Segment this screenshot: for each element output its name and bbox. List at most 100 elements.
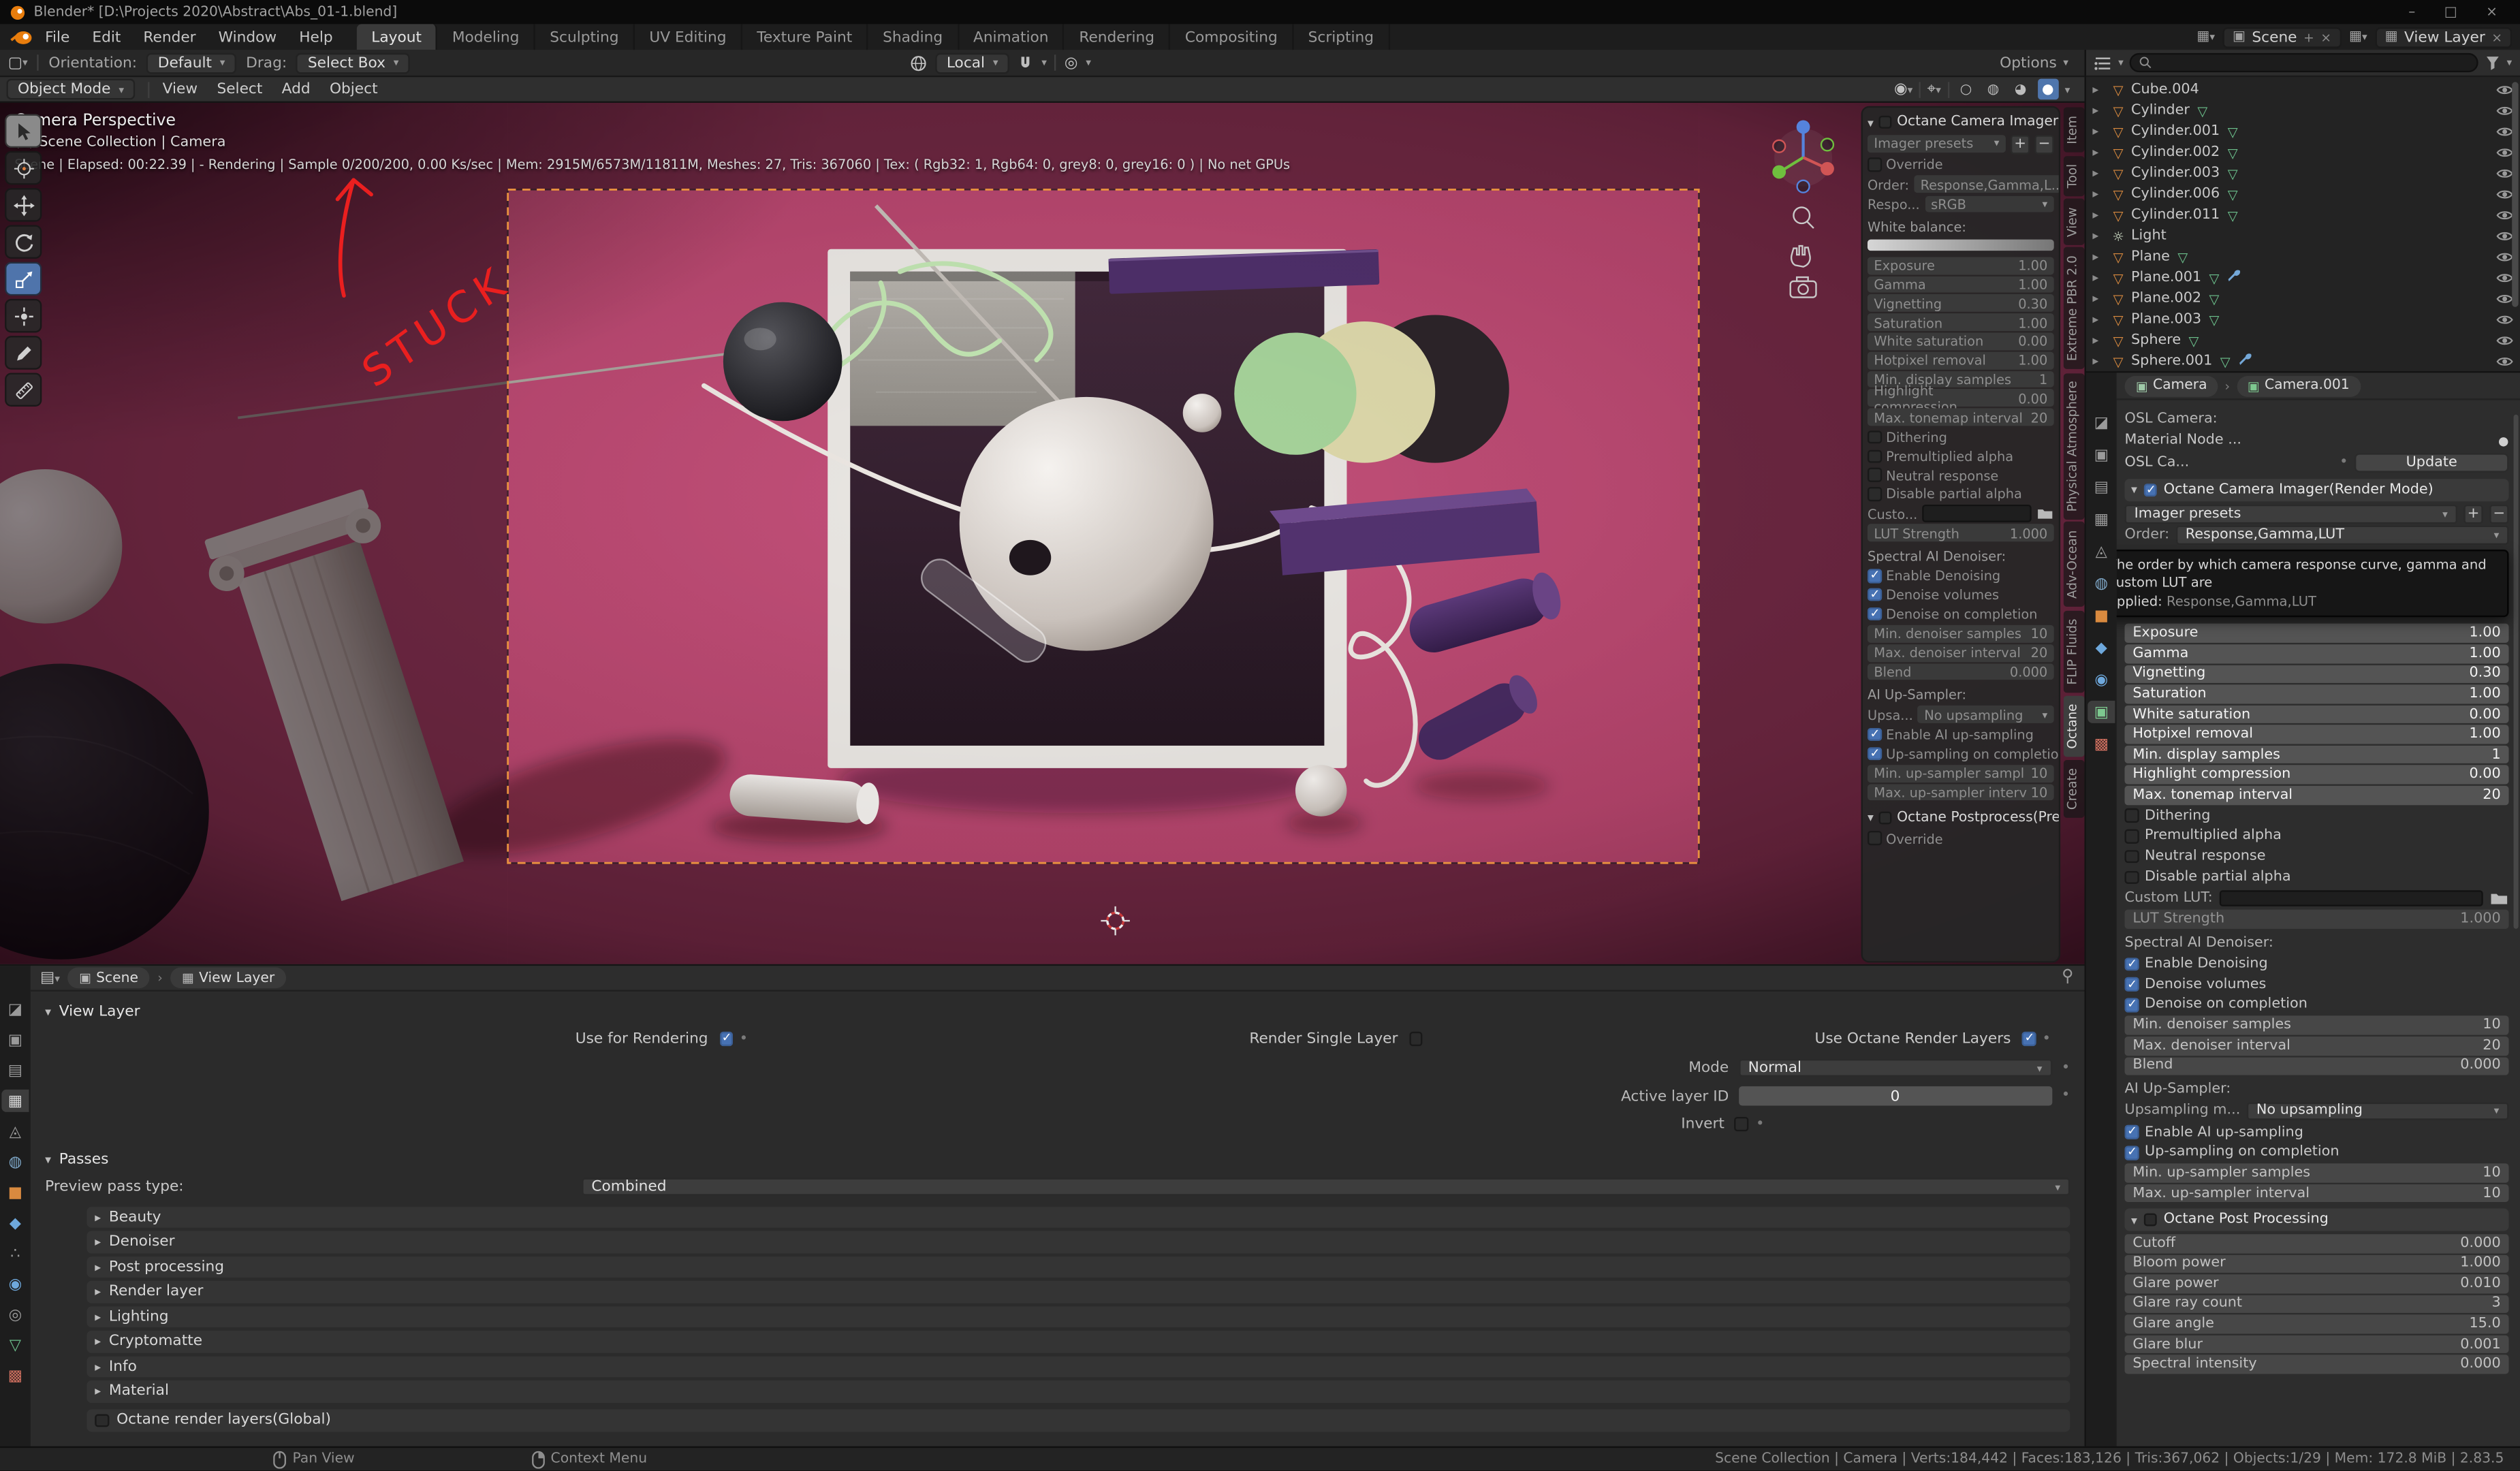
slider[interactable]: Max. tonemap interval20 [2125, 786, 2509, 804]
constraints-icon[interactable]: ◎ [1, 1303, 29, 1326]
checkbox-row[interactable]: Neutral response [2125, 847, 2509, 866]
workspace-tab[interactable]: Animation [959, 24, 1065, 50]
slider[interactable]: Min. up-sampler samples10 [2125, 1164, 2509, 1182]
outliner-row[interactable]: ▸ ▽ ☼ Cylinder ▽ [2086, 99, 2520, 121]
expand-arrow-icon[interactable]: ▸ [2092, 332, 2105, 347]
checkbox-row[interactable]: Neutral response [1868, 466, 2054, 484]
slider[interactable]: Blend0.000 [1868, 663, 2054, 680]
viewport-menu[interactable]: View [163, 80, 198, 98]
checkbox-row[interactable]: Dithering [2125, 806, 2509, 825]
shading-wireframe-icon[interactable]: ○ [1955, 79, 1976, 100]
maximize-button[interactable]: □ [2444, 4, 2457, 20]
slider[interactable]: Max. up-sampler interval10 [2125, 1184, 2509, 1203]
collapsed-panel[interactable]: ▸Material [86, 1380, 2070, 1402]
outliner-row[interactable]: ▸ ▽ ☼ Cylinder.003 ▽ [2086, 162, 2520, 183]
pan-hand-icon[interactable] [1791, 246, 1810, 267]
new-scene-icon[interactable]: + [2303, 30, 2314, 44]
npanel-tab[interactable]: FLIP Fluids [2064, 611, 2085, 693]
slider[interactable]: Min. display samples1 [2125, 746, 2509, 764]
expand-arrow-icon[interactable]: ▸ [2092, 312, 2105, 326]
imager-panel-header[interactable]: ▾ Octane Camera Imager(Render Mode) [2125, 479, 2509, 501]
checkbox-row[interactable]: Enable Denoising [2125, 955, 2509, 974]
checkbox-row[interactable]: Dithering [1868, 428, 2054, 445]
outliner-editor-icon[interactable] [2094, 55, 2112, 69]
active-tool-icon[interactable]: ▢▾ [8, 54, 28, 72]
update-button[interactable]: Update [2354, 452, 2509, 472]
checkbox-row[interactable]: Enable Denoising [1868, 567, 2054, 584]
hide-viewport-eye-icon[interactable] [2496, 313, 2514, 326]
npanel-tab[interactable]: Octane [2064, 696, 2085, 757]
postprocess-panel-header[interactable]: ▾ Octane Post Processing [2125, 1209, 2509, 1231]
collapsed-panel[interactable]: ▸Cryptomatte [86, 1331, 2070, 1353]
workspace-tab[interactable]: UV Editing [635, 24, 742, 50]
outliner-row[interactable]: ▸ ▽ ☼ Plane.002 ▽ [2086, 287, 2520, 309]
expand-arrow-icon[interactable]: ▸ [2092, 82, 2105, 96]
topbar-menu[interactable]: File [34, 24, 81, 50]
upsampling-mode-dropdown[interactable]: No upsampling▾ [1918, 706, 2054, 723]
gizmos-toggle-icon[interactable]: ⌖▾ [1927, 80, 1941, 98]
remove-preset-button[interactable]: − [2489, 504, 2508, 523]
viewport-menu[interactable]: Select [217, 80, 262, 98]
checkbox-row[interactable]: Enable AI up-sampling [1868, 726, 2054, 743]
scene-browse-icon[interactable]: ▦▾ [2196, 29, 2215, 45]
collapsed-panel[interactable]: ▸Denoiser [86, 1231, 2070, 1253]
slider[interactable]: Min. denoiser samples10 [2125, 1016, 2509, 1034]
blender-logo-icon[interactable] [10, 28, 33, 46]
modifier-icon[interactable]: ◆ [1, 1212, 29, 1234]
scene-icon[interactable]: ◬ [2088, 540, 2115, 563]
workspace-tab[interactable]: Layout [357, 24, 438, 50]
shading-solid-icon[interactable]: ◍ [1983, 79, 2004, 100]
annotate-tool[interactable] [5, 336, 42, 370]
expand-arrow-icon[interactable]: ▸ [2092, 187, 2105, 201]
slider[interactable]: Max. denoiser interval20 [1868, 644, 2054, 661]
viewlayer-icon[interactable]: ▦ [2088, 508, 2115, 531]
expand-arrow-icon[interactable]: ▸ [2092, 124, 2105, 138]
npanel-tab[interactable]: View [2064, 199, 2085, 244]
slider[interactable]: Min. denoiser samples10 [1868, 625, 2054, 642]
close-button[interactable]: × [2486, 4, 2498, 20]
outliner-search-input[interactable] [2130, 53, 2478, 72]
expand-arrow-icon[interactable]: ▸ [2092, 270, 2105, 284]
workspace-tab[interactable]: Modeling [438, 24, 535, 50]
slider[interactable]: Exposure1.00 [2125, 624, 2509, 642]
workspace-tab[interactable]: Compositing [1171, 24, 1294, 50]
octane-imager-panel-header[interactable]: ▾ Octane Camera Imager(Pr [1868, 112, 2054, 131]
breadcrumb-data[interactable]: ▣ Camera.001 [2237, 375, 2361, 396]
custom-lut-field[interactable] [2219, 890, 2483, 907]
move-tool[interactable] [5, 188, 42, 222]
collapsed-panel[interactable]: ▸Lighting [86, 1306, 2070, 1327]
hide-viewport-eye-icon[interactable] [2496, 125, 2514, 138]
expand-arrow-icon[interactable]: ▸ [2092, 103, 2105, 117]
active-layer-id-slider[interactable]: 0 [1738, 1087, 2051, 1105]
outliner-row[interactable]: ▸ ▽ ☼ Cylinder.006 ▽ [2086, 183, 2520, 204]
order-dropdown[interactable]: Response,Gamma,LUT▾ [2176, 526, 2509, 545]
use-for-rendering-checkbox[interactable] [719, 1032, 733, 1046]
physics-icon[interactable]: ◉ [2088, 669, 2115, 691]
particles-icon[interactable]: ∴ [1, 1242, 29, 1265]
navigation-gizmo[interactable] [1759, 109, 1848, 311]
hide-viewport-eye-icon[interactable] [2496, 187, 2514, 200]
checkbox-row[interactable]: Premultiplied alpha [2125, 827, 2509, 846]
slider[interactable]: Exposure1.00 [1868, 257, 2054, 274]
proportional-editing-icon[interactable]: ◎ [1065, 54, 1078, 72]
hide-viewport-eye-icon[interactable] [2496, 208, 2514, 221]
npanel-tab[interactable]: Adv-Ocean [2064, 523, 2085, 607]
lut-strength-slider[interactable]: LUT Strength1.000 [1868, 524, 2054, 541]
hide-viewport-eye-icon[interactable] [2496, 229, 2514, 242]
outliner-row[interactable]: ▸ ▽ ☼ Light ▽ [2086, 225, 2520, 246]
checkbox-row[interactable]: Premultiplied alpha [1868, 447, 2054, 464]
filter-dropdown-arrow[interactable]: ▾ [2507, 57, 2513, 69]
expand-arrow-icon[interactable]: ▸ [2092, 144, 2105, 159]
outliner-row[interactable]: ▸ ▽ ☼ Sphere.001 ▽ [2086, 350, 2520, 371]
workspace-tab[interactable]: Shading [868, 24, 959, 50]
npanel-tab[interactable]: Extreme PBR 2.0 [2064, 248, 2085, 370]
outliner-row[interactable]: ▸ ▽ ☼ Cylinder.001 ▽ [2086, 121, 2520, 142]
outliner-row[interactable]: ▸ ▽ ☼ Cylinder.011 ▽ [2086, 204, 2520, 225]
output-icon[interactable]: ▤ [1, 1059, 29, 1081]
hide-viewport-eye-icon[interactable] [2496, 250, 2514, 263]
slider[interactable]: Hotpixel removal1.00 [1868, 351, 2054, 368]
hide-viewport-eye-icon[interactable] [2496, 354, 2514, 367]
rotate-tool[interactable] [5, 225, 42, 259]
output-icon[interactable]: ▤ [2088, 475, 2115, 498]
postprocess-enable-checkbox[interactable] [2143, 1213, 2157, 1227]
